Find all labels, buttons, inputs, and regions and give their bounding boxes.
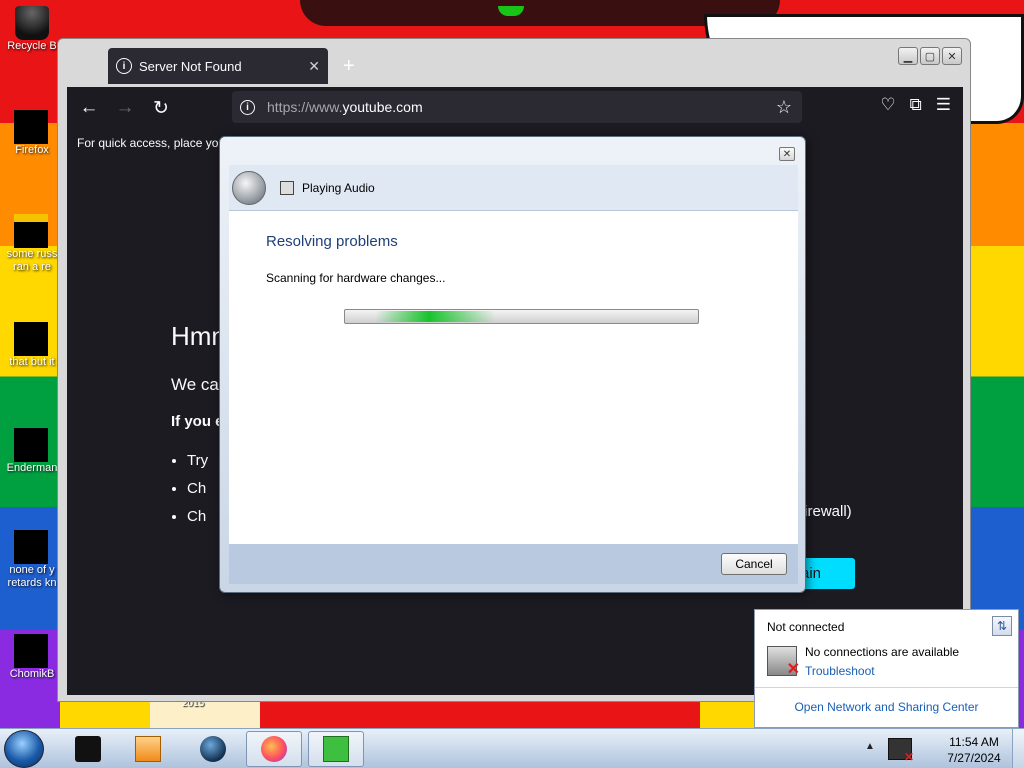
pocket-icon[interactable]: ♡ — [880, 95, 895, 115]
troubleshooter-dialog: ✕ Playing Audio Resolving problems Scann… — [219, 136, 806, 593]
maximize-button[interactable]: ▢ — [920, 47, 940, 65]
new-tab-button[interactable]: + — [343, 55, 355, 78]
desktop-icon-chrome[interactable]: none of y retards kn — [2, 530, 62, 590]
progress-bar — [344, 309, 699, 324]
troubleshooter-icon — [323, 736, 349, 762]
clock[interactable]: 11:54 AM 7/27/2024 — [940, 734, 1008, 766]
chrome-icon — [14, 530, 48, 564]
info-icon: i — [116, 58, 132, 74]
dialog-status-text: Scanning for hardware changes... — [266, 271, 446, 285]
folder-icon — [14, 322, 48, 356]
error-hint: If you e — [171, 413, 224, 430]
taskbar-item-browser[interactable] — [185, 731, 241, 767]
desktop-icon-label: some russ — [6, 248, 58, 260]
taskbar-item-troubleshooter[interactable] — [308, 731, 364, 767]
terminal-icon — [14, 428, 48, 462]
bookmark-star-icon[interactable]: ☆ — [776, 97, 792, 118]
network-tray-icon[interactable] — [888, 738, 914, 764]
dialog-close-button[interactable]: ✕ — [779, 147, 795, 161]
desktop-icon-label: Recycle B — [7, 40, 57, 52]
list-item: Ch — [187, 503, 208, 531]
progress-marquee — [375, 311, 495, 322]
desktop-icon-label: none of y — [9, 564, 55, 576]
desktop-icon-label: that but it — [9, 356, 55, 368]
globe-icon — [200, 736, 226, 762]
show-hidden-icons[interactable]: ▲ — [865, 741, 875, 752]
speaker-icon — [280, 180, 294, 195]
menu-icon[interactable]: ☰ — [936, 95, 951, 115]
firefox-icon — [14, 110, 48, 144]
extensions-icon[interactable]: ⧉ — [910, 95, 922, 115]
start-button[interactable] — [4, 730, 44, 768]
taskbar-item-media-player[interactable] — [120, 731, 176, 767]
minimize-button[interactable]: ▁ — [898, 47, 918, 65]
reload-button[interactable]: ↻ — [143, 90, 179, 126]
taskbar-item-terminal[interactable] — [60, 731, 116, 767]
desktop-icon-document[interactable]: some russ ran a re — [2, 214, 62, 274]
error-suggestions: Try Ch Ch — [187, 447, 208, 531]
list-item: Try — [187, 447, 208, 475]
taskbar-item-firefox[interactable] — [246, 731, 302, 767]
back-arrow-button[interactable] — [232, 170, 266, 205]
forward-button[interactable]: → — [107, 90, 143, 126]
desktop-icon-label: Enderman — [6, 462, 58, 474]
dialog-heading: Resolving problems — [266, 233, 398, 250]
dialog-app-title: Playing Audio — [302, 180, 375, 195]
troubleshoot-link[interactable]: Troubleshoot — [805, 664, 875, 678]
divider — [755, 687, 1018, 688]
desktop-icon-recycle-bin[interactable]: Recycle B — [2, 6, 62, 53]
clock-time: 11:54 AM — [949, 735, 999, 749]
back-button[interactable]: ← — [71, 90, 107, 126]
tab-title: Server Not Found — [139, 58, 242, 74]
toolbar-right-buttons: ♡ ⧉ ☰ — [880, 95, 951, 115]
desktop-icon-label: Firefox — [15, 144, 49, 156]
nav-toolbar: ← → ↻ i https://www. youtube.com ☆ ♡ ⧉ ☰ — [67, 87, 963, 129]
network-status: Not connected — [767, 620, 845, 634]
game-icon — [14, 634, 48, 668]
terminal-icon — [75, 736, 101, 762]
desktop-icon-firefox[interactable]: Firefox — [2, 110, 62, 157]
close-window-button[interactable]: ✕ — [942, 47, 962, 65]
desktop-icon-label: ChomikB — [9, 668, 55, 680]
window-controls: ▁ ▢ ✕ — [898, 47, 962, 65]
no-connections-message: No connections are available — [805, 645, 960, 659]
site-info-icon[interactable]: i — [240, 99, 255, 115]
taskbar: ▲ 11:54 AM 7/27/2024 — [0, 728, 1024, 768]
recycle-bin-icon — [15, 6, 49, 40]
desktop-icon-enderman[interactable]: Enderman — [2, 428, 62, 475]
document-icon — [14, 214, 48, 248]
tab-server-not-found[interactable]: i Server Not Found ✕ — [108, 48, 328, 84]
media-player-icon — [135, 736, 161, 762]
url-bar[interactable]: i https://www. youtube.com ☆ — [232, 91, 802, 123]
cancel-button[interactable]: Cancel — [721, 553, 787, 575]
desktop-icon-label-line2: ran a re — [13, 261, 51, 273]
show-desktop-button[interactable] — [1012, 729, 1024, 768]
error-firewall-text: firewall) — [800, 503, 852, 520]
network-sharing-center-link[interactable]: Open Network and Sharing Center — [755, 700, 1018, 714]
tab-bar: i Server Not Found ✕ + ▁ ▢ ✕ — [58, 39, 970, 85]
clock-date: 7/27/2024 — [947, 751, 1001, 765]
dialog-footer: Cancel — [229, 544, 798, 584]
tab-close-icon[interactable]: ✕ — [308, 58, 320, 75]
desktop-icon-label-line2: retards kn — [7, 577, 57, 589]
dialog-header: Playing Audio — [229, 165, 798, 211]
dialog-body: Resolving problems Scanning for hardware… — [229, 211, 798, 544]
refresh-icon[interactable]: ⇅ — [992, 616, 1012, 636]
network-disconnected-icon: ✕ — [767, 646, 800, 678]
error-message: We ca — [171, 375, 219, 394]
url-host: youtube.com — [342, 99, 423, 115]
list-item: Ch — [187, 475, 208, 503]
firefox-icon — [261, 736, 287, 762]
desktop-icon-folder[interactable]: that but it — [2, 322, 62, 369]
url-scheme: https://www. — [267, 99, 343, 115]
desktop-icon-chomik[interactable]: ChomikB — [2, 634, 62, 681]
network-flyout: Not connected ⇅ ✕ No connections are ava… — [754, 609, 1019, 728]
